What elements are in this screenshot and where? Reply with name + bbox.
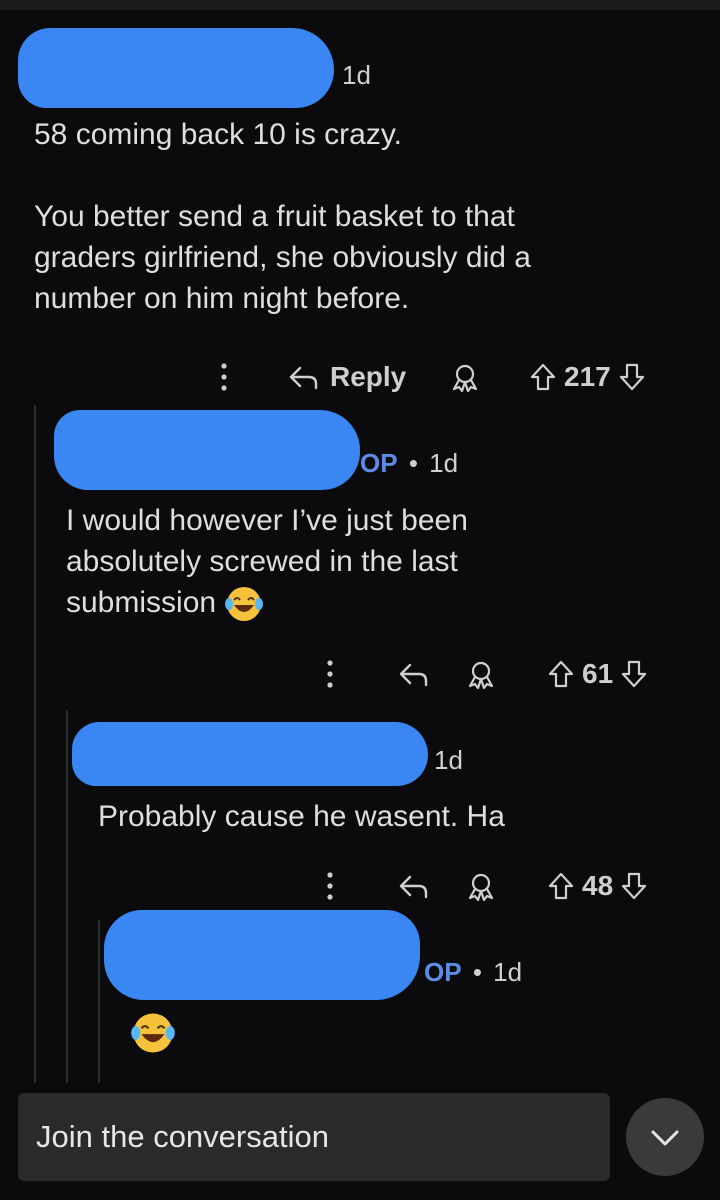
comment-time: 1d [342,60,371,90]
award-button[interactable] [464,657,498,691]
comment-line-with-emoji: submission [66,582,686,624]
scroll-down-button[interactable] [626,1098,704,1176]
award-button[interactable] [448,360,482,394]
more-vertical-icon [221,363,227,391]
comment-body [130,1010,176,1056]
comment-line [34,155,674,196]
comment-line: absolutely screwed in the last [66,545,458,578]
downvote-icon[interactable] [617,360,647,394]
redacted-username [72,722,428,786]
op-badge: OP [360,448,398,478]
reply-button[interactable]: Reply [286,360,406,394]
op-badge: OP [424,957,462,987]
upvote-icon[interactable] [546,657,576,691]
more-options-button[interactable] [320,657,340,691]
vote-count: 217 [564,361,611,392]
join-conversation-placeholder: Join the conversation [36,1119,329,1154]
vote-count: 61 [582,658,614,689]
vote-controls: 48 [546,869,649,903]
comment-body: Probably cause he wasent. Ha [98,796,688,837]
more-vertical-icon [327,872,333,900]
separator: • [408,448,418,478]
separator: • [472,957,482,987]
comment-line: 58 coming back 10 is crazy. [34,118,402,151]
thread-line[interactable] [98,920,100,1083]
award-icon [468,661,494,690]
reply-icon [399,875,428,899]
comment-line: You better send a fruit basket to that [34,200,515,233]
more-vertical-icon [327,660,333,688]
reply-icon [289,366,318,390]
vote-controls: 61 [546,657,649,691]
thread-line[interactable] [34,405,36,1083]
laughing-tears-emoji-icon [225,587,264,622]
comment-time: 1d [493,957,523,987]
comment-meta: OP • 1d [424,957,522,988]
comment-body: I would however I’ve just been absolutel… [66,500,686,624]
comment-line: Probably cause he wasent. Ha [98,800,505,833]
comment-line: submission [66,586,217,619]
downvote-icon[interactable] [619,657,649,691]
award-button[interactable] [464,869,498,903]
laughing-tears-emoji-icon [131,1013,175,1053]
chevron-down-icon [651,1130,679,1146]
upvote-icon[interactable] [528,360,558,394]
comment-time: 1d [429,448,459,478]
upvote-icon[interactable] [546,869,576,903]
top-edge-bar [0,0,720,10]
redacted-username [54,410,360,490]
reply-label: Reply [330,361,407,392]
comment-line: I would however I’ve just been [66,504,468,537]
downvote-icon[interactable] [619,869,649,903]
award-icon [452,364,478,393]
thread-line[interactable] [66,710,68,1083]
more-options-button[interactable] [320,869,340,903]
redacted-username [104,910,420,1000]
reply-button[interactable] [396,657,430,691]
comment-line: graders girlfriend, she obviously did a [34,241,531,274]
comment-meta: OP • 1d [360,448,458,479]
redacted-username [18,28,334,108]
vote-count: 48 [582,870,614,901]
more-options-button[interactable] [214,360,234,394]
comment-body: 58 coming back 10 is crazy. You better s… [34,114,674,319]
comment-time: 1d [434,745,463,775]
comment-line: number on him night before. [34,282,410,315]
vote-controls: 217 [528,360,647,394]
award-icon [468,873,494,902]
reply-button[interactable] [396,869,430,903]
join-conversation-input[interactable]: Join the conversation [18,1093,610,1181]
reply-icon [399,663,428,687]
